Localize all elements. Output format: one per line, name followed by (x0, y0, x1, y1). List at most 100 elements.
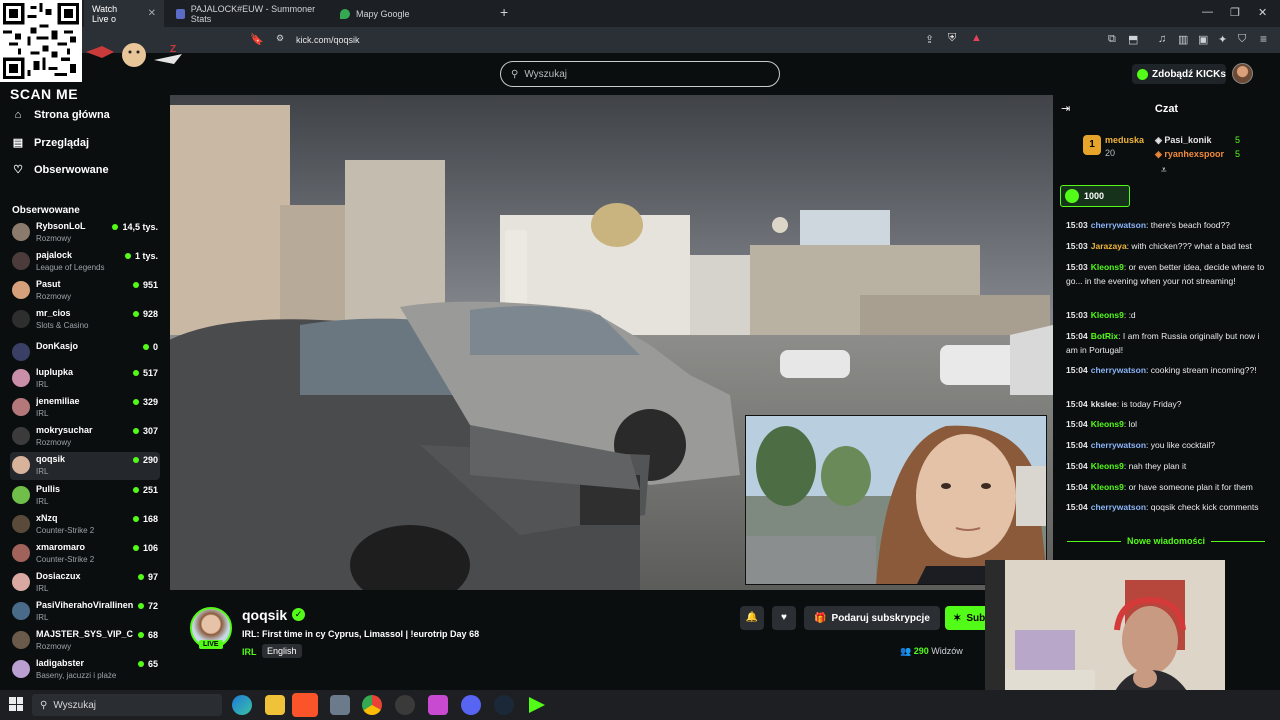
chat-title: Czat (1154, 103, 1179, 115)
chrome-icon[interactable] (362, 695, 382, 715)
expand-leaderboard-icon[interactable]: ⩡ (1161, 165, 1167, 176)
downloads-icon[interactable]: ⬒ (1128, 33, 1138, 46)
extensions-icon[interactable]: ⧉ (1108, 33, 1116, 46)
wallet-icon[interactable]: ▣ (1198, 33, 1208, 46)
followed-channel-item[interactable]: luplupka IRL 517 (10, 365, 160, 393)
site-info-icon[interactable]: ⚙ (276, 33, 284, 44)
message-username[interactable]: Kleons9 (1091, 482, 1124, 492)
gift-subscriptions-button[interactable]: 🎁 Podaruj subskrypcje (804, 606, 940, 630)
leader-name[interactable]: ryanhexspoor (1164, 149, 1224, 159)
get-kicks-button[interactable]: Zdobądź KICKs (1132, 64, 1226, 84)
brave-rewards-icon[interactable]: ▲ (971, 32, 982, 44)
notification-bell-button[interactable]: 🔔 (740, 606, 764, 630)
nav-home[interactable]: ⌂ Strona główna (12, 109, 110, 121)
message-time: 15:04 (1066, 502, 1088, 512)
chat-message: 15:04 cherrywatson: you like cocktail? (1066, 440, 1216, 450)
followed-channel-item[interactable]: xmaromaro Counter-Strike 2 106 (10, 540, 160, 568)
summoner-stats-favicon-icon (176, 8, 185, 19)
message-username[interactable]: BotRix (1091, 331, 1118, 341)
message-username[interactable]: kkslee (1091, 399, 1117, 409)
message-username[interactable]: cherrywatson (1091, 220, 1146, 230)
followed-channel-item[interactable]: RybsonLoL Rozmowy 14,5 tys. (10, 219, 160, 247)
message-username[interactable]: Jarazaya (1091, 241, 1127, 251)
channel-name: pajalock (36, 250, 73, 260)
nav-following[interactable]: ♡ Obserwowane (12, 163, 109, 177)
followed-channel-item[interactable]: MAJSTER_SYS_VIP_C Rozmowy 68 (10, 627, 160, 655)
message-username[interactable]: cherrywatson (1091, 502, 1146, 512)
leo-ai-icon[interactable]: ✦ (1218, 33, 1227, 46)
followed-channel-item[interactable]: Pullis IRL 251 (10, 482, 160, 510)
file-explorer-icon[interactable] (265, 695, 285, 715)
nav-browse[interactable]: ▤ Przeglądaj (12, 136, 89, 150)
tab-kick[interactable]: Watch Live o ✕ (84, 0, 164, 27)
followed-channel-item[interactable]: pajalock League of Legends 1 tys. (10, 248, 160, 276)
tab-summoner-stats[interactable]: PAJALOCK#EUW - Summoner Stats (168, 0, 328, 27)
new-tab-button[interactable]: + (500, 4, 508, 20)
channel-name[interactable]: qoqsik (242, 607, 287, 623)
channel-name: luplupka (36, 367, 74, 377)
new-messages-divider[interactable]: Nowe wiadomości (1061, 535, 1271, 547)
channel-avatar (12, 310, 30, 328)
message-username[interactable]: cherrywatson (1091, 365, 1146, 375)
leader-name[interactable]: meduska (1105, 135, 1144, 145)
close-tab-icon[interactable]: ✕ (148, 8, 156, 19)
music-icon[interactable]: ♫ (1158, 33, 1166, 45)
followed-channel-item[interactable]: DonKasjo 0 (10, 339, 160, 367)
maximize-button[interactable]: ❐ (1230, 6, 1240, 19)
channel-viewers: 0 (142, 342, 158, 352)
share-icon[interactable]: ⇪ (925, 33, 934, 46)
message-username[interactable]: cherrywatson (1091, 440, 1146, 450)
app-icon[interactable] (428, 695, 448, 715)
url-field[interactable]: ⚙ kick.com/qoqsik (270, 31, 990, 49)
leader-name[interactable]: Pasi_konik (1164, 135, 1211, 145)
followed-channel-item[interactable]: Dosiaczux IRL 97 (10, 569, 160, 597)
browse-icon: ▤ (12, 137, 24, 149)
close-window-button[interactable]: ✕ (1258, 6, 1267, 19)
chat-message: 15:04 Kleons9: nah they plan it (1066, 461, 1187, 471)
channel-viewers: 72 (137, 601, 158, 611)
edge-icon[interactable] (232, 695, 252, 715)
channel-viewers: 106 (132, 543, 158, 553)
chat-goal-bar[interactable]: 1000 (1060, 185, 1130, 207)
steam-icon[interactable] (494, 695, 514, 715)
taskbar-search[interactable]: ⚲ Wyszukaj (32, 694, 222, 716)
followed-channel-item[interactable]: qoqsik IRL 290 (10, 452, 160, 480)
followed-channel-item[interactable]: mokrysuchar Rozmowy 307 (10, 423, 160, 451)
discord-icon[interactable] (461, 695, 481, 715)
windows-start-icon[interactable] (9, 697, 23, 711)
message-username[interactable]: Kleons9 (1091, 262, 1124, 272)
brave-browser-icon[interactable] (292, 693, 318, 717)
live-dot-icon (132, 487, 139, 493)
live-dot-icon (132, 399, 139, 405)
search-input[interactable]: ⚲ Wyszukaj (500, 61, 780, 87)
sidebar-toggle-icon[interactable]: ▥ (1178, 33, 1188, 46)
minimize-button[interactable]: — (1202, 6, 1213, 18)
followed-channel-item[interactable]: jenemiliae IRL 329 (10, 394, 160, 422)
message-username[interactable]: Kleons9 (1091, 310, 1124, 320)
menu-icon[interactable]: ≡ (1260, 32, 1267, 46)
brave-shield-icon[interactable]: ⛨ (948, 32, 956, 45)
language-tag[interactable]: English (262, 644, 302, 658)
channel-category: Rozmowy (36, 438, 72, 447)
live-dot-icon (137, 574, 144, 580)
bookmark-icon[interactable]: 🔖 (250, 33, 264, 46)
chat-message: 15:03 Jarazaya: with chicken??? what a ba… (1066, 241, 1252, 251)
followed-channel-item[interactable]: Pasut Rozmowy 951 (10, 277, 160, 305)
message-time: 15:03 (1066, 220, 1088, 230)
message-time: 15:04 (1066, 399, 1088, 409)
obs-icon[interactable] (395, 695, 415, 715)
followed-channel-item[interactable]: PasiViherahoVirallinen IRL 72 (10, 598, 160, 626)
vpn-icon[interactable]: ⛉ (1238, 33, 1246, 46)
message-username[interactable]: Kleons9 (1091, 419, 1124, 429)
kick-app-icon[interactable] (529, 697, 545, 713)
app-icon[interactable] (330, 695, 350, 715)
followed-channel-item[interactable]: ladigabster Baseny, jacuzzi i plaże 65 (10, 656, 160, 684)
followed-channel-item[interactable]: xNzq Counter-Strike 2 168 (10, 511, 160, 539)
user-avatar[interactable] (1232, 63, 1253, 84)
message-username[interactable]: Kleons9 (1091, 461, 1124, 471)
tab-google-maps[interactable]: Mapy Google (332, 0, 492, 27)
overlay-sticker: Z (84, 40, 184, 70)
stream-category-link[interactable]: IRL (242, 647, 257, 657)
follow-button[interactable]: ♥ (772, 606, 796, 630)
followed-channel-item[interactable]: mr_cios Slots & Casino 928 (10, 306, 160, 334)
